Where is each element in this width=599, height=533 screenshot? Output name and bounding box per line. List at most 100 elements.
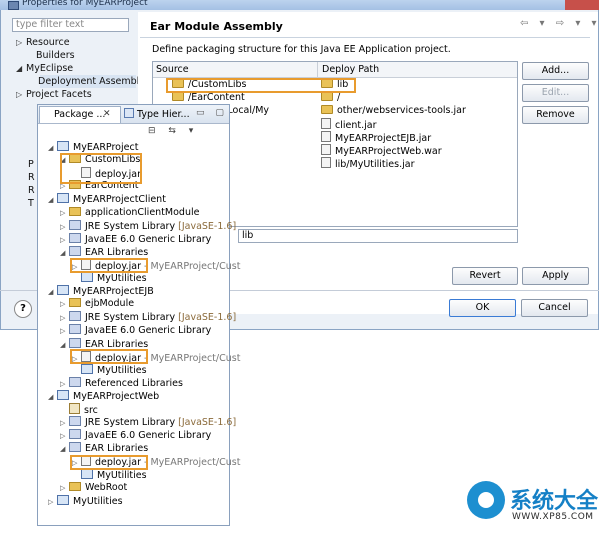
jar-icon — [321, 157, 331, 168]
expand-toggle-icon[interactable]: ▷ — [60, 298, 69, 310]
nav-item-label: Builders — [36, 50, 75, 61]
highlight-box — [70, 349, 148, 364]
expand-toggle-icon[interactable]: ▷ — [60, 378, 69, 390]
expand-toggle-icon[interactable]: ▷ — [60, 325, 69, 337]
tree-item[interactable]: ▷ JRE System Library [JavaSE-1.6] — [60, 416, 236, 429]
dialog-title: Properties for MyEARProject — [22, 0, 148, 8]
deploy-path-input[interactable]: lib — [238, 229, 518, 243]
deploy-path-label: MyEARProjectEJB.jar — [335, 133, 432, 144]
expand-toggle-icon[interactable]: ◢ — [48, 142, 57, 154]
tree-item[interactable]: ◢ EAR Libraries — [60, 442, 148, 455]
deploy-path-cell[interactable]: client.jar — [321, 118, 376, 132]
tab-label: Package ... — [54, 109, 106, 120]
expand-toggle-icon[interactable]: ▷ — [16, 36, 26, 49]
deploy-path-cell[interactable]: lib/MyUtilities.jar — [321, 157, 414, 171]
nav-item-label: Deployment Assembly — [38, 76, 145, 87]
tree-item-label: MyEARProjectWeb — [73, 390, 160, 402]
tree-item[interactable]: ▷ MyUtilities — [48, 494, 123, 508]
explorer-toolbar[interactable]: ⊟ ⇆ ▾ — [148, 126, 198, 136]
watermark-logo-center — [478, 492, 494, 508]
tree-item[interactable]: ▷ JavaEE 6.0 Generic Library — [60, 324, 211, 337]
revert-button[interactable]: Revert — [452, 267, 518, 285]
expand-toggle-icon[interactable]: ▷ — [48, 496, 57, 508]
tree-item-decoration: [JavaSE-1.6] — [175, 417, 237, 429]
tree-item-label: MyUtilities — [97, 364, 147, 376]
tree-item[interactable]: ▷ ejbModule — [60, 298, 134, 310]
nav-item[interactable]: ▷ Project Facets — [16, 88, 145, 101]
tree-item[interactable]: ▷ Referenced Libraries — [60, 376, 183, 390]
nav-item[interactable]: Builders — [16, 49, 145, 62]
deploy-path-cell[interactable]: / — [321, 92, 340, 104]
tree-item-label: JavaEE 6.0 Generic Library — [85, 233, 212, 245]
cancel-button[interactable]: Cancel — [521, 299, 588, 317]
tree-item[interactable]: MyUtilities — [72, 468, 147, 482]
expand-toggle-icon[interactable]: ▷ — [16, 88, 26, 101]
nav-item[interactable]: ◢ MyEclipse — [16, 62, 145, 75]
expand-toggle-icon[interactable]: ▷ — [60, 221, 69, 233]
window-close-button[interactable] — [565, 0, 599, 10]
history-nav-arrows[interactable]: ⇦ ▾ ⇨ ▾ ▾ — [520, 18, 597, 32]
column-divider[interactable] — [317, 62, 318, 77]
tree-item[interactable]: MyUtilities — [72, 272, 147, 285]
column-header-source[interactable]: Source — [156, 64, 189, 75]
tree-item[interactable]: ◢ MyEARProjectEJB — [48, 285, 154, 298]
expand-toggle-icon[interactable]: ◢ — [48, 286, 57, 298]
expand-toggle-icon[interactable]: ◢ — [16, 62, 26, 75]
tree-item-label: MyUtilities — [97, 273, 147, 284]
view-window-controls[interactable]: ▭ ▢ — [196, 108, 228, 118]
tree-item[interactable]: ◢ EAR Libraries — [60, 245, 148, 259]
tree-item[interactable]: ▷ JRE System Library [JavaSE-1.6] — [60, 219, 237, 233]
tree-item[interactable]: src — [60, 403, 98, 417]
tree-item-label: MyEARProjectClient — [73, 194, 166, 206]
deploy-path-cell[interactable]: other/webservices-tools.jar — [321, 105, 466, 117]
nav-partial-letter: R — [28, 172, 35, 183]
filter-input[interactable]: type filter text — [12, 18, 129, 32]
expand-toggle-icon[interactable]: ▷ — [60, 430, 69, 442]
tree-item[interactable]: ▷ JavaEE 6.0 Generic Library — [60, 232, 212, 246]
tree-item-label: ejbModule — [85, 298, 135, 310]
tree-item[interactable]: ▷ JavaEE 6.0 Generic Library — [60, 429, 211, 442]
expand-toggle-icon[interactable]: ▷ — [60, 312, 69, 324]
tab-close-icon[interactable]: ✕ — [103, 109, 111, 119]
remove-button[interactable]: Remove — [522, 106, 589, 124]
expand-toggle-icon[interactable]: ◢ — [48, 391, 57, 403]
expand-toggle-icon[interactable]: ▷ — [60, 207, 69, 219]
library-icon — [69, 245, 81, 256]
expand-toggle-icon[interactable]: ◢ — [48, 194, 57, 206]
tree-item[interactable]: ▷ WebRoot — [60, 481, 127, 494]
expand-toggle-icon[interactable]: ▷ — [60, 482, 69, 494]
dialog-titlebar[interactable]: Properties for MyEARProject — [0, 0, 599, 10]
expand-toggle-icon[interactable]: ◢ — [60, 339, 69, 351]
tree-item[interactable]: MyUtilities — [72, 363, 147, 377]
expand-toggle-icon[interactable]: ◢ — [60, 247, 69, 259]
expand-toggle-icon[interactable]: ▷ — [60, 234, 69, 246]
deploy-path-label: / — [337, 92, 341, 103]
tree-item[interactable]: ▷ JRE System Library [JavaSE-1.6] — [60, 311, 236, 324]
project-icon — [81, 272, 93, 282]
expand-toggle-icon[interactable]: ▷ — [60, 417, 69, 429]
project-icon — [57, 389, 69, 400]
column-header-deploy-path[interactable]: Deploy Path — [322, 64, 379, 75]
ok-button[interactable]: OK — [449, 299, 516, 317]
window-icon — [8, 1, 19, 10]
nav-item[interactable]: Deployment Assembly — [16, 75, 145, 88]
nav-partial-letter: T — [28, 198, 34, 209]
add-button[interactable]: Add... — [522, 62, 589, 80]
tree-item[interactable]: ◢ MyEARProjectWeb — [48, 389, 160, 403]
apply-button[interactable]: Apply — [522, 267, 589, 285]
nav-item[interactable]: ▷ Resource — [16, 36, 145, 49]
deploy-path-cell[interactable]: MyEARProjectEJB.jar — [321, 131, 431, 145]
edit-button[interactable]: Edit... — [522, 84, 589, 102]
deploy-path-cell[interactable]: MyEARProjectWeb.war — [321, 144, 442, 158]
source-cell[interactable]: /EarContent — [172, 92, 332, 104]
expand-toggle-icon[interactable]: ◢ — [60, 443, 69, 455]
type-hierarchy-icon — [124, 108, 134, 118]
tree-item[interactable]: ◢ MyEARProjectClient — [48, 193, 166, 206]
library-icon — [69, 232, 81, 243]
tab-type-hierarchy[interactable]: Type Hier... — [124, 108, 190, 120]
tree-item-label: JRE System Library — [85, 417, 176, 429]
tree-item[interactable]: ▷ applicationClientModule — [60, 206, 199, 219]
tree-item-label: JavaEE 6.0 Generic Library — [85, 325, 212, 337]
help-icon[interactable]: ? — [14, 300, 32, 318]
tree-item-decoration: [JavaSE-1.6] — [175, 220, 237, 232]
